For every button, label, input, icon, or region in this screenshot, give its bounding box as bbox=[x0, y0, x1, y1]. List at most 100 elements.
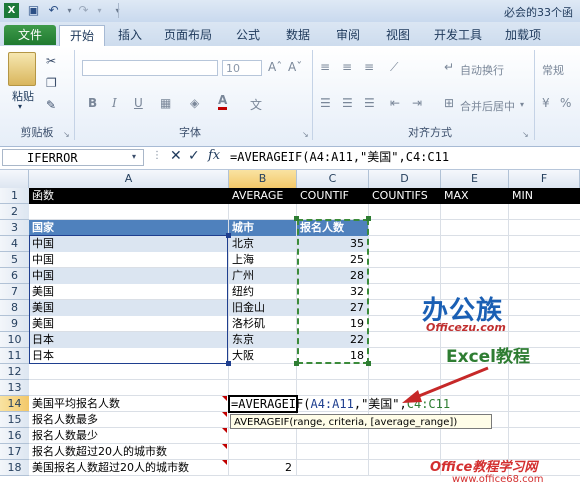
undo-icon[interactable]: ↶ bbox=[46, 3, 61, 18]
table-cell-city[interactable]: 上海 bbox=[229, 252, 296, 268]
range-handle[interactable] bbox=[294, 361, 299, 366]
number-format-combo[interactable]: 常规 bbox=[542, 62, 564, 78]
italic-button[interactable]: I bbox=[112, 96, 117, 110]
comment-indicator-icon[interactable] bbox=[222, 444, 227, 449]
tab-home[interactable]: 开始 bbox=[59, 25, 105, 47]
name-box[interactable]: IFERROR bbox=[2, 149, 144, 166]
cell-a14[interactable]: 美国平均报名人数 bbox=[29, 396, 228, 412]
align-bottom-icon[interactable]: ≡ bbox=[364, 60, 374, 74]
table-header-city[interactable]: 城市 bbox=[229, 220, 296, 236]
expand-dots-icon[interactable]: ⋮ bbox=[152, 150, 162, 161]
comment-indicator-icon[interactable] bbox=[222, 428, 227, 433]
align-middle-icon[interactable]: ≡ bbox=[342, 60, 352, 74]
enter-entry-icon[interactable]: ✓ bbox=[188, 148, 200, 164]
cell-a15[interactable]: 报名人数最多 bbox=[29, 412, 228, 428]
table-header-country[interactable]: 国家 bbox=[29, 220, 228, 236]
row-header[interactable]: 10 bbox=[0, 332, 29, 348]
merge-dropdown-icon[interactable]: ▾ bbox=[520, 100, 524, 109]
tab-review[interactable]: 审阅 bbox=[328, 25, 368, 45]
redo-dropdown-icon[interactable]: ▾ bbox=[92, 3, 107, 18]
table-cell-city[interactable]: 大阪 bbox=[229, 348, 296, 364]
cancel-entry-icon[interactable]: ✕ bbox=[170, 148, 182, 164]
cell-b1[interactable]: AVERAGE bbox=[229, 188, 297, 204]
percent-format-icon[interactable]: % bbox=[560, 96, 571, 110]
row-header-active[interactable]: 14 bbox=[0, 396, 29, 412]
wrap-text-icon[interactable]: ↵ bbox=[444, 60, 454, 74]
font-launcher-icon[interactable]: ↘ bbox=[302, 130, 309, 139]
table-cell-city[interactable]: 北京 bbox=[229, 236, 296, 252]
range-handle[interactable] bbox=[366, 361, 371, 366]
row-header[interactable]: 5 bbox=[0, 252, 29, 268]
tab-developer[interactable]: 开发工具 bbox=[428, 25, 488, 45]
bold-button[interactable]: B bbox=[88, 96, 97, 110]
redo-icon[interactable]: ↷ bbox=[76, 3, 91, 18]
formula-input[interactable]: =AVERAGEIF(A4:A11,"美国",C4:C11 bbox=[230, 149, 578, 166]
select-all-corner[interactable] bbox=[0, 170, 29, 188]
tab-page-layout[interactable]: 页面布局 bbox=[158, 25, 218, 45]
wrap-text-button[interactable]: 自动换行 bbox=[460, 62, 504, 78]
row-header[interactable]: 13 bbox=[0, 380, 29, 396]
paste-icon[interactable] bbox=[8, 52, 36, 86]
increase-indent-icon[interactable]: ⇥ bbox=[412, 96, 422, 110]
shrink-font-button[interactable]: Aˇ bbox=[288, 60, 302, 74]
row-header[interactable]: 12 bbox=[0, 364, 29, 380]
comment-indicator-icon[interactable] bbox=[222, 412, 227, 417]
undo-dropdown-icon[interactable]: ▾ bbox=[62, 3, 77, 18]
align-right-icon[interactable]: ☰ bbox=[364, 96, 375, 110]
row-header[interactable]: 1 bbox=[0, 188, 29, 204]
font-name-combo[interactable] bbox=[82, 60, 218, 76]
underline-button[interactable]: U bbox=[134, 96, 143, 110]
row-header[interactable]: 17 bbox=[0, 444, 29, 460]
row-header[interactable]: 3 bbox=[0, 220, 29, 236]
format-painter-icon[interactable]: ✎ bbox=[46, 98, 56, 112]
tab-insert[interactable]: 插入 bbox=[110, 25, 150, 45]
row-header[interactable]: 11 bbox=[0, 348, 29, 364]
tab-file[interactable]: 文件 bbox=[4, 25, 56, 45]
currency-format-icon[interactable]: ¥ bbox=[542, 96, 550, 110]
cell-a1[interactable]: 函数 bbox=[29, 188, 229, 204]
font-size-combo[interactable]: 10 bbox=[222, 60, 262, 76]
align-left-icon[interactable]: ☰ bbox=[320, 96, 331, 110]
cell-a16[interactable]: 报名人数最少 bbox=[29, 428, 228, 444]
name-box-dropdown-icon[interactable]: ▾ bbox=[132, 152, 136, 161]
cell-f1[interactable]: MIN bbox=[509, 188, 580, 204]
row-header[interactable]: 18 bbox=[0, 460, 29, 476]
column-header-d[interactable]: D bbox=[369, 170, 441, 188]
row-header[interactable]: 8 bbox=[0, 300, 29, 316]
grow-font-button[interactable]: Aˆ bbox=[268, 60, 282, 74]
font-color-icon[interactable]: A bbox=[218, 94, 228, 110]
orientation-icon[interactable]: ⟋ bbox=[390, 60, 398, 75]
merge-center-button[interactable]: 合并后居中 bbox=[460, 98, 515, 114]
borders-icon[interactable]: ▦ bbox=[160, 96, 171, 110]
align-center-icon[interactable]: ☰ bbox=[342, 96, 353, 110]
table-cell-city[interactable]: 广州 bbox=[229, 268, 296, 284]
paste-label[interactable]: 粘贴 bbox=[6, 88, 40, 104]
column-header-a[interactable]: A bbox=[29, 170, 229, 188]
row-header[interactable]: 16 bbox=[0, 428, 29, 444]
cell-a18[interactable]: 美国报名人数超过20人的城市数 bbox=[29, 460, 228, 476]
range-handle[interactable] bbox=[226, 233, 231, 238]
cut-icon[interactable]: ✂ bbox=[46, 54, 56, 68]
column-header-e[interactable]: E bbox=[441, 170, 509, 188]
column-header-b[interactable]: B bbox=[229, 170, 297, 188]
row-header[interactable]: 15 bbox=[0, 412, 29, 428]
tab-data[interactable]: 数据 bbox=[278, 25, 318, 45]
row-header[interactable]: 6 bbox=[0, 268, 29, 284]
align-top-icon[interactable]: ≡ bbox=[320, 60, 330, 74]
clipboard-launcher-icon[interactable]: ↘ bbox=[63, 130, 70, 139]
comment-indicator-icon[interactable] bbox=[222, 396, 227, 401]
cell-a17[interactable]: 报名人数超过20人的城市数 bbox=[29, 444, 228, 460]
table-cell-city[interactable]: 东京 bbox=[229, 332, 296, 348]
table-cell-city[interactable]: 旧金山 bbox=[229, 300, 296, 316]
copy-icon[interactable]: ❐ bbox=[46, 76, 57, 90]
cell-c1[interactable]: COUNTIF bbox=[297, 188, 369, 204]
table-cell-city[interactable]: 纽约 bbox=[229, 284, 296, 300]
table-cell-city[interactable]: 洛杉矶 bbox=[229, 316, 296, 332]
range-handle[interactable] bbox=[294, 216, 299, 221]
decrease-indent-icon[interactable]: ⇤ bbox=[390, 96, 400, 110]
row-header[interactable]: 7 bbox=[0, 284, 29, 300]
range-handle[interactable] bbox=[226, 361, 231, 366]
row-header[interactable]: 4 bbox=[0, 236, 29, 252]
tab-view[interactable]: 视图 bbox=[378, 25, 418, 45]
cell-e1[interactable]: MAX bbox=[441, 188, 509, 204]
